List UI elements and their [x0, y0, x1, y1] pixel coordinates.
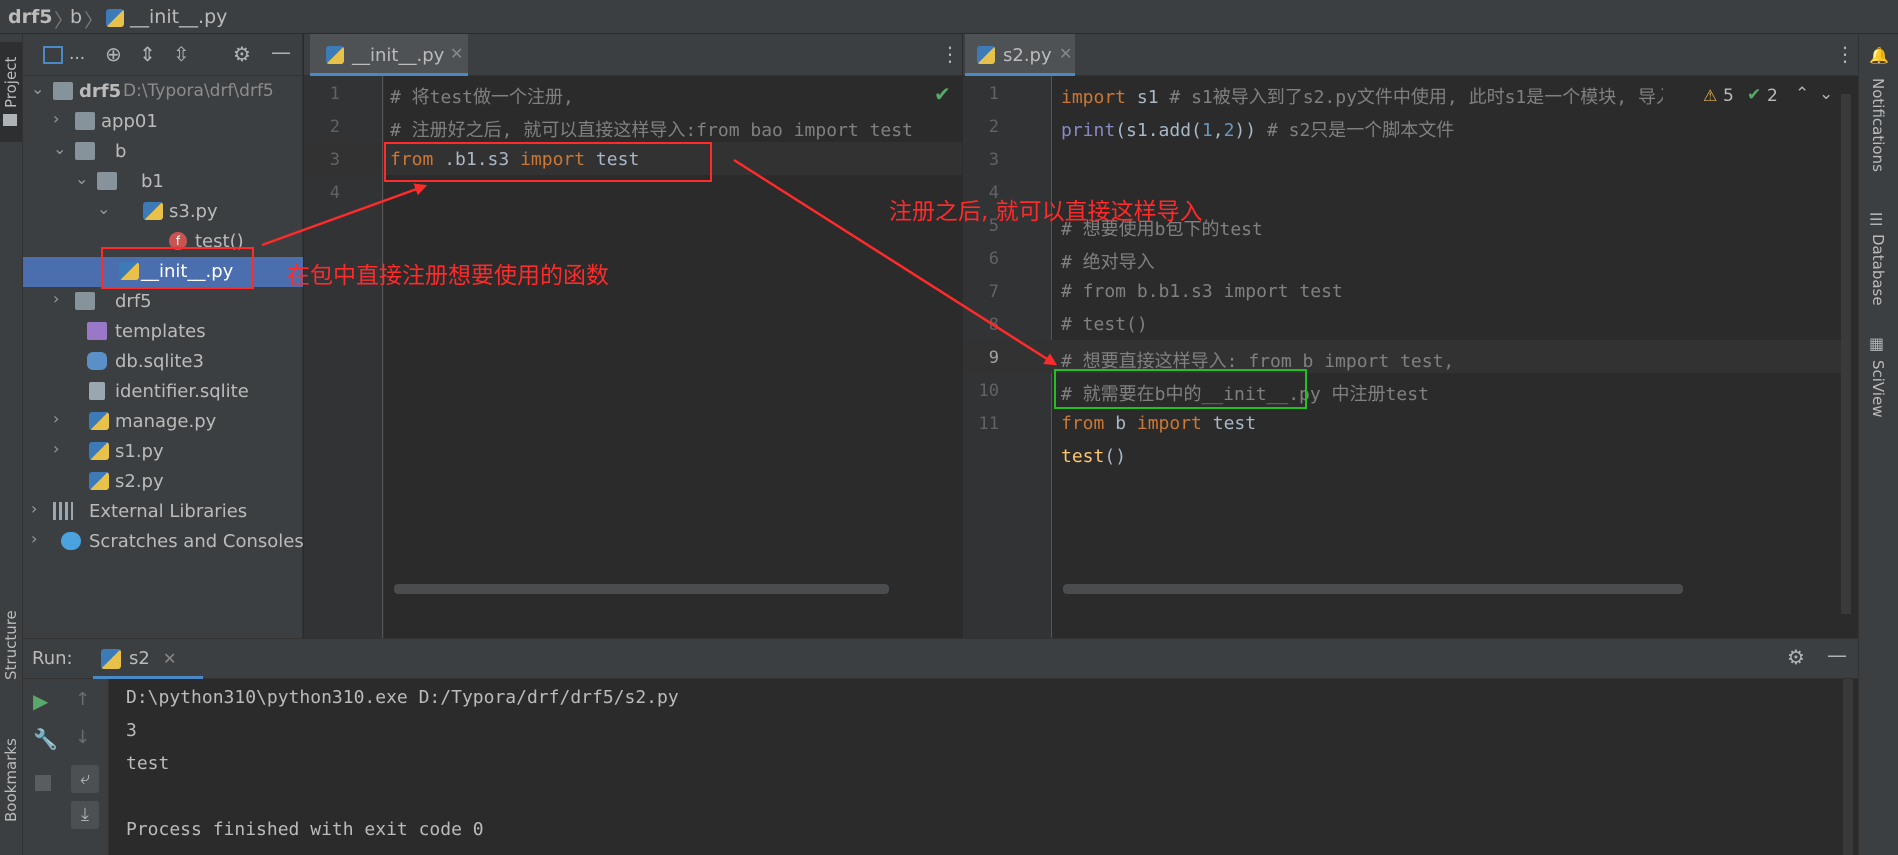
- console-output-line: test: [126, 753, 170, 774]
- wrench-icon[interactable]: 🔧: [33, 727, 58, 751]
- arrow-to-import-line: [733, 158, 1058, 366]
- tab-label: s2: [129, 648, 150, 669]
- minimize-icon[interactable]: —: [1827, 643, 1847, 667]
- soft-wrap-icon[interactable]: ⤶: [71, 765, 99, 793]
- gear-icon[interactable]: ⚙: [1787, 645, 1805, 669]
- stop-icon[interactable]: [35, 775, 51, 791]
- vertical-scrollbar[interactable]: [1843, 679, 1853, 855]
- run-label: Run:: [32, 648, 73, 669]
- console-output-line: 3: [126, 720, 137, 741]
- run-header: Run: s2 ✕ ⚙ —: [23, 639, 1858, 679]
- arrow-to-registration-line: [261, 183, 428, 247]
- run-panel: Run: s2 ✕ ⚙ — ▶ ↑ 🔧 ↓ ⤶ ⤓ D:\python310\p…: [23, 638, 1858, 855]
- arrow-up-icon[interactable]: ↑: [75, 689, 90, 710]
- close-icon[interactable]: ✕: [163, 649, 176, 668]
- rerun-icon[interactable]: ▶: [33, 689, 48, 713]
- run-toolbar: ▶ ↑ 🔧 ↓ ⤶ ⤓: [23, 679, 109, 855]
- tab-run-s2[interactable]: s2 ✕: [93, 639, 203, 679]
- scroll-to-end-icon[interactable]: ⤓: [71, 801, 99, 829]
- python-file-icon: [101, 649, 121, 669]
- console-output-line: Process finished with exit code 0: [126, 819, 484, 840]
- console-output-line: D:\python310\python310.exe D:/Typora/drf…: [126, 687, 679, 708]
- arrow-down-icon[interactable]: ↓: [75, 727, 90, 748]
